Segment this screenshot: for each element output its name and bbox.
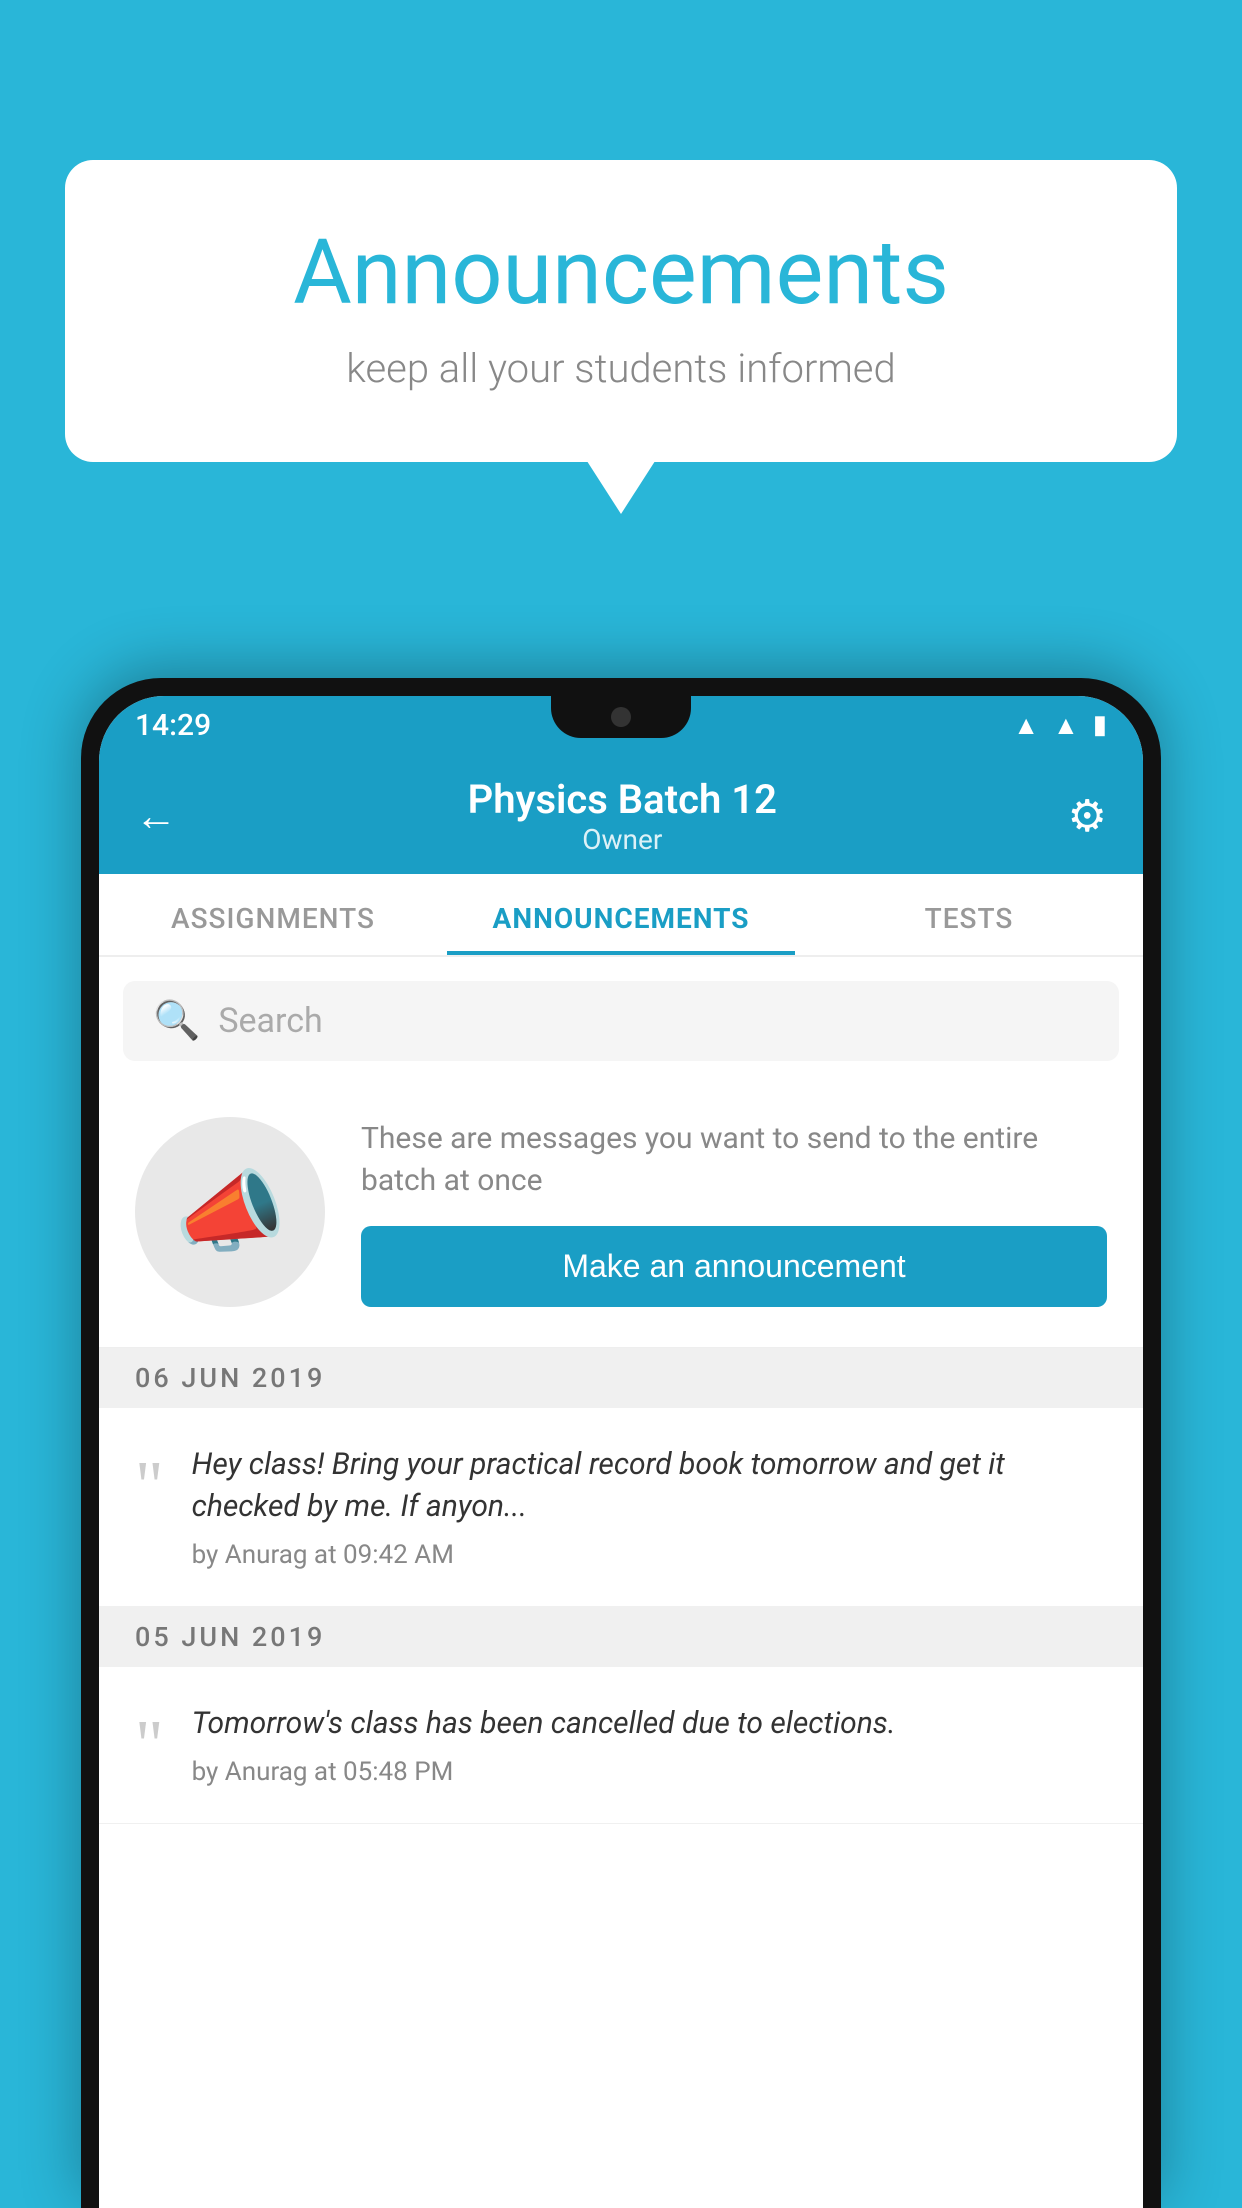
speech-bubble-title: Announcements [145, 220, 1097, 325]
speech-bubble-subtitle: keep all your students informed [145, 345, 1097, 392]
search-icon: 🔍 [153, 999, 200, 1043]
announcement-meta-2: by Anurag at 05:48 PM [192, 1757, 896, 1787]
battery-icon: ▮ [1093, 710, 1107, 740]
status-icons: ▲ ▲ ▮ [1013, 710, 1107, 741]
megaphone-icon: 📣 [174, 1160, 286, 1265]
app-header: ← Physics Batch 12 Owner ⚙ [99, 754, 1143, 874]
tab-tests[interactable]: TESTS [795, 874, 1143, 955]
announcement-body-2: Tomorrow's class has been cancelled due … [192, 1703, 896, 1787]
announcement-text-1: Hey class! Bring your practical record b… [192, 1444, 1107, 1528]
speech-bubble: Announcements keep all your students inf… [65, 160, 1177, 462]
announcement-text-2: Tomorrow's class has been cancelled due … [192, 1703, 896, 1745]
quote-icon-2: " [135, 1711, 164, 1781]
signal-icon: ▲ [1053, 710, 1079, 741]
notch [551, 696, 691, 738]
search-placeholder: Search [218, 1001, 322, 1041]
promo-right: These are messages you want to send to t… [361, 1118, 1107, 1307]
quote-icon-1: " [135, 1452, 164, 1522]
search-bar[interactable]: 🔍 Search [123, 981, 1119, 1061]
announcement-item-1[interactable]: " Hey class! Bring your practical record… [99, 1408, 1143, 1607]
speech-bubble-container: Announcements keep all your students inf… [65, 160, 1177, 462]
header-title: Physics Batch 12 [468, 776, 777, 823]
make-announcement-button[interactable]: Make an announcement [361, 1226, 1107, 1307]
gear-icon[interactable]: ⚙ [1068, 790, 1107, 842]
promo-card: 📣 These are messages you want to send to… [99, 1077, 1143, 1348]
phone-screen: 14:29 ▲ ▲ ▮ ← Physics Batch 12 Owner ⚙ A… [99, 696, 1143, 2208]
phone-frame: 14:29 ▲ ▲ ▮ ← Physics Batch 12 Owner ⚙ A… [81, 678, 1161, 2208]
date-separator-2: 05 JUN 2019 [99, 1607, 1143, 1667]
wifi-icon: ▲ [1013, 710, 1039, 741]
notch-camera [611, 707, 631, 727]
content-area: 📣 These are messages you want to send to… [99, 1077, 1143, 2208]
status-time: 14:29 [135, 708, 211, 743]
promo-description: These are messages you want to send to t… [361, 1118, 1107, 1202]
date-separator-1: 06 JUN 2019 [99, 1348, 1143, 1408]
back-button[interactable]: ← [135, 792, 177, 841]
tabs-bar: ASSIGNMENTS ANNOUNCEMENTS TESTS [99, 874, 1143, 957]
header-title-group: Physics Batch 12 Owner [468, 776, 777, 856]
announcement-meta-1: by Anurag at 09:42 AM [192, 1540, 1107, 1570]
announcement-body-1: Hey class! Bring your practical record b… [192, 1444, 1107, 1570]
tab-announcements[interactable]: ANNOUNCEMENTS [447, 874, 795, 955]
tab-assignments[interactable]: ASSIGNMENTS [99, 874, 447, 955]
announcement-item-2[interactable]: " Tomorrow's class has been cancelled du… [99, 1667, 1143, 1824]
header-subtitle: Owner [468, 823, 777, 856]
megaphone-circle: 📣 [135, 1117, 325, 1307]
